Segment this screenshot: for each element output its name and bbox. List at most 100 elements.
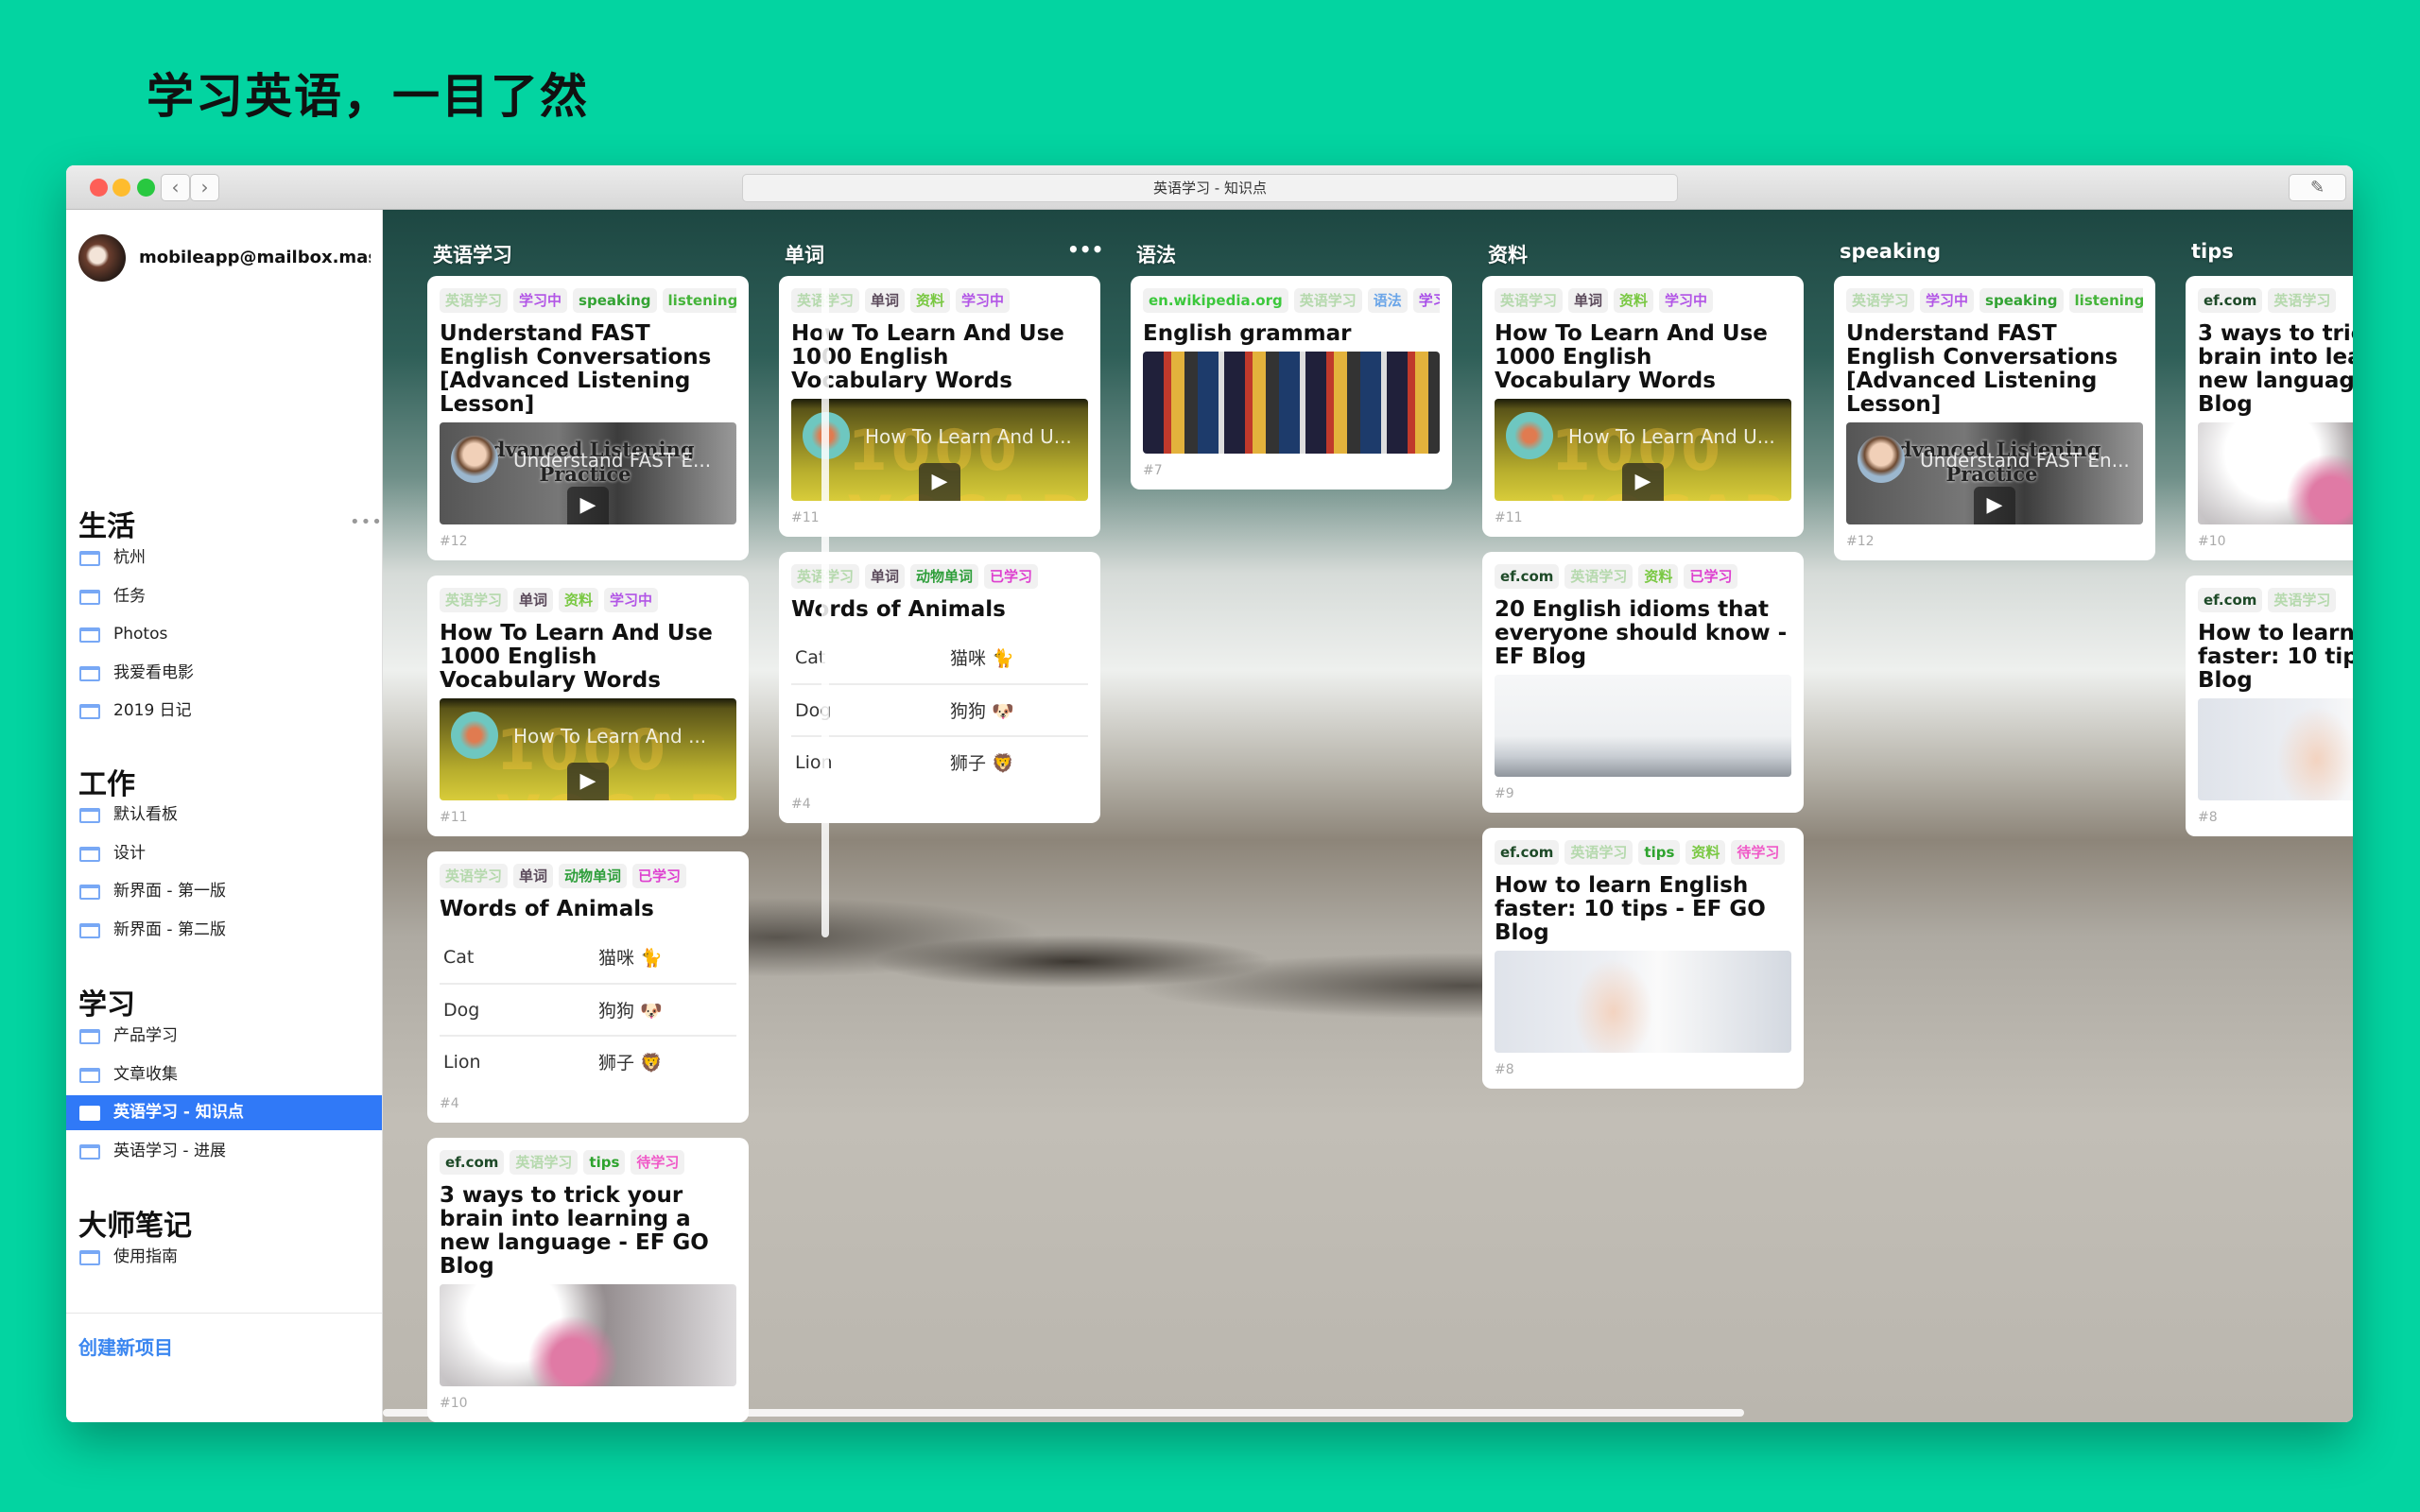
tag[interactable]: 英语学习	[440, 288, 509, 313]
tag[interactable]: 已学习	[1684, 564, 1738, 589]
card-id: #7	[1143, 463, 1163, 478]
back-button[interactable]: ‹	[161, 174, 190, 201]
sidebar-item[interactable]: 新界面 - 第二版	[66, 913, 382, 948]
card[interactable]: 英语学习单词资料学习中 How To Learn And Use 1000 Eng…	[427, 576, 749, 836]
tag[interactable]: 资料	[910, 288, 951, 313]
close-button[interactable]	[90, 179, 108, 197]
video-thumbnail[interactable]: Advanced Listening Practice Understand FA…	[1846, 422, 2143, 524]
card[interactable]: 英语学习单词资料学习中 How To Learn And Use 1000 Eng…	[1482, 276, 1804, 537]
tag[interactable]: ef.com	[1495, 840, 1560, 865]
create-project-button[interactable]: 创建新项目	[78, 1332, 173, 1360]
card[interactable]: 英语学习 学习中 speaking listening Understand FAST …	[427, 276, 749, 560]
sidebar-item[interactable]: 设计	[66, 836, 382, 871]
tag[interactable]: 英语学习	[1293, 288, 1362, 313]
card-title: 3 ways to trick your brain into learning…	[440, 1183, 709, 1279]
tag[interactable]: 英语学习	[1495, 288, 1564, 313]
tag[interactable]: listening	[662, 288, 736, 313]
card[interactable]: 英语学习单词动物单词已学习 Words of Animals Cat 猫咪 🐈 Dog 狗…	[427, 851, 749, 1123]
tag[interactable]: 动物单词	[559, 864, 628, 888]
avatar[interactable]	[78, 234, 126, 282]
horizontal-scrollbar[interactable]	[383, 1409, 1744, 1417]
tag[interactable]: en.wikipedia.org	[1143, 288, 1288, 313]
sidebar-item[interactable]: 我爱看电影	[66, 656, 382, 691]
tag[interactable]: 学习中	[1920, 288, 1975, 313]
sidebar-item[interactable]: 使用指南	[66, 1240, 382, 1275]
tag[interactable]: ef.com	[1495, 564, 1560, 589]
zoom-button[interactable]	[137, 179, 155, 197]
tag[interactable]: speaking	[1979, 288, 2064, 313]
tag[interactable]: 英语学习	[440, 588, 509, 612]
card[interactable]: 英语学习 学习中 speaking listening Understand FAST …	[1834, 276, 2155, 560]
compose-button[interactable]: ✎	[2289, 174, 2346, 201]
tag[interactable]: 英语学习	[1846, 288, 1915, 313]
tag[interactable]: 资料	[1638, 564, 1679, 589]
tag[interactable]: 单词	[513, 588, 554, 612]
tag[interactable]: ef.com	[440, 1150, 505, 1175]
tag[interactable]: ef.com	[2198, 288, 2263, 313]
tag[interactable]: 语法	[1367, 288, 1408, 313]
tag[interactable]: 已学习	[632, 864, 687, 888]
tag[interactable]: 动物单词	[910, 564, 979, 589]
sidebar-item[interactable]: 产品学习	[66, 1019, 382, 1054]
sidebar-item[interactable]: 默认看板	[66, 798, 382, 833]
card[interactable]: ef.com英语学习 3 ways to trick your brain int…	[2186, 276, 2353, 560]
minimize-button[interactable]	[112, 179, 130, 197]
tag[interactable]: 资料	[559, 588, 599, 612]
play-icon[interactable]: ▶	[567, 487, 609, 524]
tag[interactable]: 待学习	[1731, 840, 1786, 865]
card[interactable]: ef.com 英语学习 tips 资料 待学习 How to learn English …	[1482, 828, 1804, 1089]
tag[interactable]: 英语学习	[1564, 564, 1634, 589]
tag[interactable]: 资料	[1685, 840, 1726, 865]
sidebar-item[interactable]: Photos	[66, 617, 382, 652]
tag[interactable]: 学习中	[604, 588, 659, 612]
tag[interactable]: 英语学习	[440, 864, 509, 888]
channel-avatar	[1858, 436, 1905, 483]
play-icon[interactable]: ▶	[919, 463, 960, 501]
tag[interactable]: tips	[1638, 840, 1681, 865]
tag[interactable]: 英语学习	[2268, 588, 2337, 612]
sidebar-item[interactable]: 任务	[66, 579, 382, 614]
tag[interactable]: 学习中	[1659, 288, 1714, 313]
vocab-chinese: 猫咪 🐈	[950, 648, 1014, 669]
play-icon[interactable]: ▶	[1974, 487, 2015, 524]
vertical-scrollbar[interactable]	[821, 276, 829, 937]
sidebar-item[interactable]: 英语学习 - 进展	[66, 1134, 382, 1169]
sidebar-item[interactable]: 2019 日记	[66, 694, 382, 729]
sidebar-item[interactable]: 新界面 - 第一版	[66, 874, 382, 909]
card[interactable]: ef.com 英语学习 资料 已学习 20 English idioms that ev…	[1482, 552, 1804, 813]
tag[interactable]: 单词	[865, 288, 906, 313]
tag[interactable]: listening	[2068, 288, 2143, 313]
card[interactable]: ef.com英语学习 How to learn English faster: 1…	[2186, 576, 2353, 836]
column-more-icon[interactable]: •••	[1067, 238, 1103, 261]
tag[interactable]: 英语学习	[2268, 288, 2337, 313]
card[interactable]: en.wikipedia.org英语学习语法学习 English grammar #…	[1131, 276, 1452, 490]
sidebar-item[interactable]: 文章收集	[66, 1057, 382, 1092]
card-id: #11	[1495, 510, 1523, 525]
video-thumbnail[interactable]: Advanced Listening Practice Understand FA…	[440, 422, 736, 524]
tag[interactable]: 待学习	[631, 1150, 685, 1175]
tag[interactable]: 学习	[1412, 288, 1440, 313]
tag[interactable]: ef.com	[2198, 588, 2263, 612]
play-icon[interactable]: ▶	[567, 763, 609, 800]
tag[interactable]: 单词	[513, 864, 554, 888]
section-more-icon[interactable]: •••	[350, 512, 383, 532]
forward-button[interactable]: ›	[190, 174, 219, 201]
card[interactable]: ef.com 英语学习 tips 待学习 3 ways to trick your br…	[427, 1138, 749, 1422]
card-tags: ef.com 英语学习	[2198, 288, 2353, 313]
tag[interactable]: tips	[583, 1150, 626, 1175]
tag[interactable]: 英语学习	[1564, 840, 1634, 865]
tag[interactable]: 资料	[1614, 288, 1654, 313]
video-thumbnail[interactable]: 1000 VOCABULARYHow To Learn And U...▶	[791, 399, 1088, 501]
sidebar-item[interactable]: 杭州	[66, 541, 382, 576]
tag[interactable]: 学习中	[513, 288, 568, 313]
tag[interactable]: 学习中	[956, 288, 1011, 313]
tag[interactable]: speaking	[573, 288, 657, 313]
video-thumbnail[interactable]: 1000 VOCABULARYHow To Learn And U...▶	[1495, 399, 1791, 501]
tag[interactable]: 已学习	[984, 564, 1039, 589]
tag[interactable]: 单词	[865, 564, 906, 589]
sidebar-item[interactable]: 英语学习 - 知识点	[66, 1095, 382, 1130]
play-icon[interactable]: ▶	[1622, 463, 1664, 501]
tag[interactable]: 单词	[1568, 288, 1609, 313]
video-thumbnail[interactable]: 1000 VOCABULARYHow To Learn And ...▶	[440, 698, 736, 800]
tag[interactable]: 英语学习	[510, 1150, 579, 1175]
